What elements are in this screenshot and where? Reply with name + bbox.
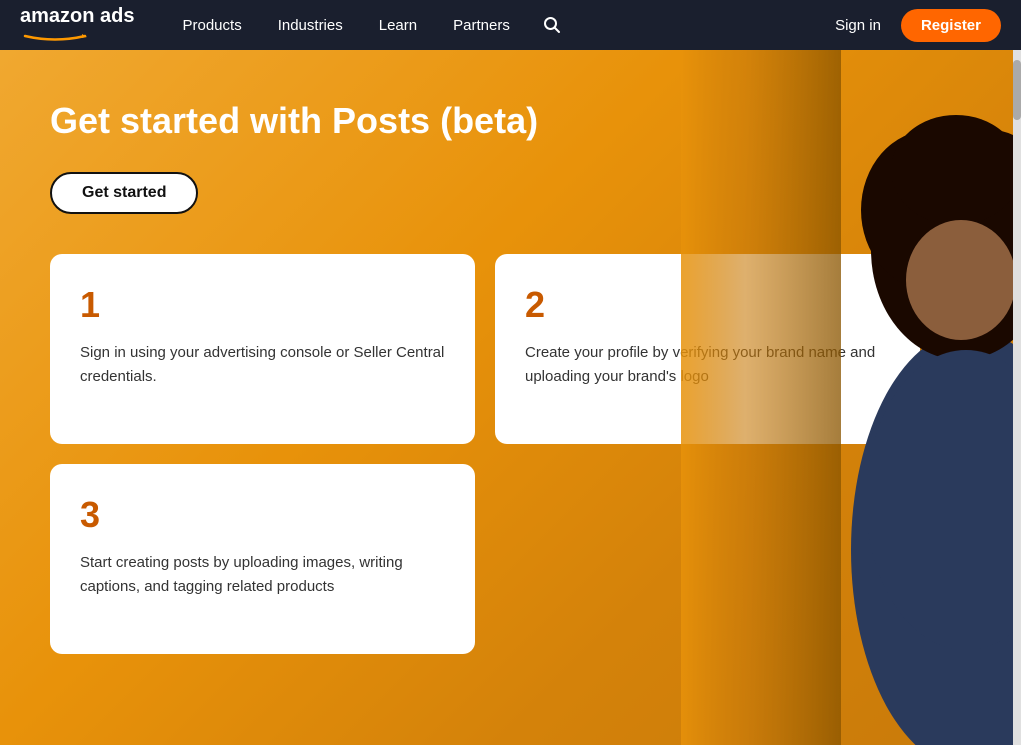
- logo[interactable]: amazon ads: [20, 5, 135, 46]
- hero-section: Get started with Posts (beta) Get starte…: [0, 50, 1021, 745]
- register-button[interactable]: Register: [901, 9, 1001, 42]
- hero-title: Get started with Posts (beta): [50, 100, 650, 142]
- nav-right: Sign in Register: [835, 9, 1001, 42]
- scrollbar-thumb[interactable]: [1013, 60, 1021, 120]
- nav-learn[interactable]: Learn: [361, 0, 435, 50]
- step-text-3: Start creating posts by uploading images…: [80, 551, 445, 599]
- step-number-3: 3: [80, 494, 445, 536]
- step-card-1: 1 Sign in using your advertising console…: [50, 254, 475, 444]
- step-card-3: 3 Start creating posts by uploading imag…: [50, 464, 475, 654]
- search-icon[interactable]: [528, 0, 576, 50]
- step-number-1: 1: [80, 284, 445, 326]
- nav-products[interactable]: Products: [165, 0, 260, 50]
- nav-links: Products Industries Learn Partners: [165, 0, 836, 50]
- signin-link[interactable]: Sign in: [835, 17, 881, 34]
- nav-industries[interactable]: Industries: [260, 0, 361, 50]
- get-started-button[interactable]: Get started: [50, 172, 198, 214]
- navigation: amazon ads Products Industries Learn Par…: [0, 0, 1021, 50]
- scrollbar[interactable]: [1013, 50, 1021, 745]
- hero-image: [681, 50, 1021, 745]
- nav-partners[interactable]: Partners: [435, 0, 528, 50]
- logo-smile-icon: [20, 31, 90, 41]
- step-text-1: Sign in using your advertising console o…: [80, 341, 445, 389]
